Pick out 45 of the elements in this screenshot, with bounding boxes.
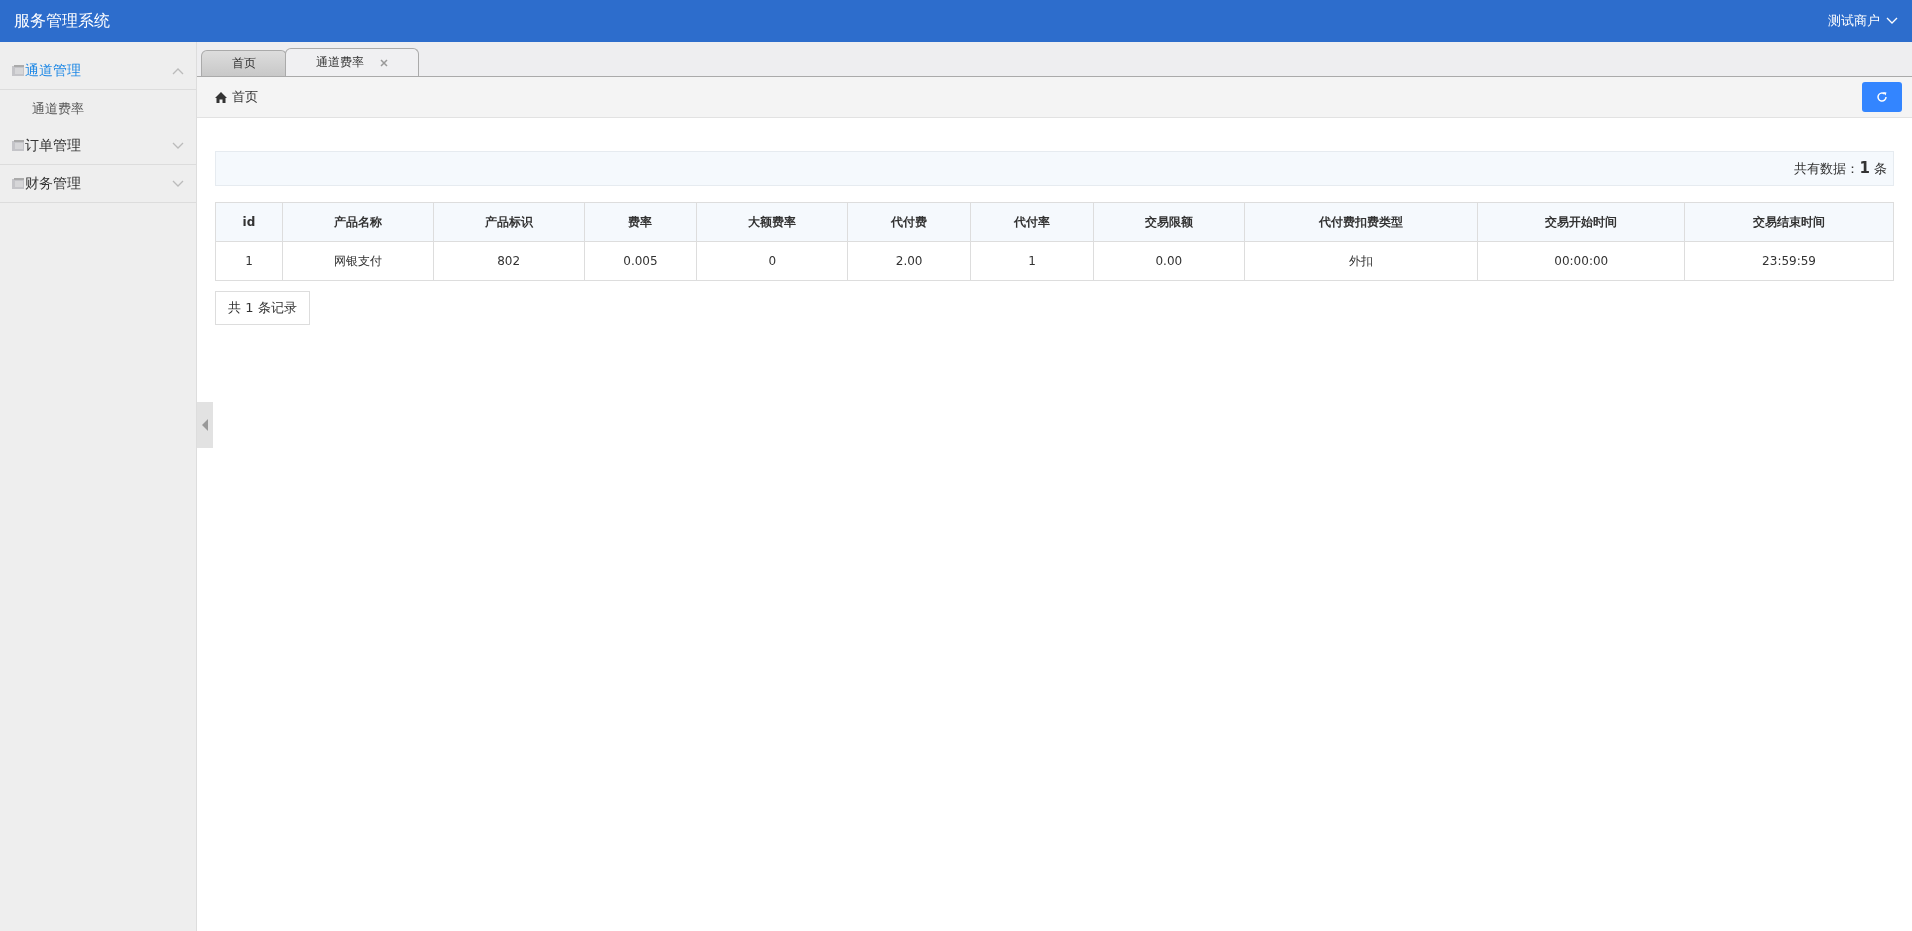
column-header: 产品名称: [282, 202, 434, 242]
column-header: 交易限额: [1093, 202, 1245, 242]
pagination-info: 共 1 条记录: [215, 291, 310, 325]
column-header: id: [215, 202, 283, 242]
folder-icon: [12, 65, 24, 76]
table-cell: 2.00: [847, 241, 971, 281]
column-header: 交易结束时间: [1684, 202, 1894, 242]
sidebar-collapse-handle[interactable]: [197, 402, 213, 448]
table-cell: 1: [215, 241, 283, 281]
column-header: 交易开始时间: [1477, 202, 1685, 242]
app-title: 服务管理系统: [14, 10, 110, 32]
chevron-down-icon: [172, 179, 184, 188]
tab[interactable]: 通道费率: [285, 48, 419, 76]
table-cell: 外扣: [1244, 241, 1478, 281]
user-menu[interactable]: 测试商户: [1828, 12, 1898, 30]
column-header: 代付费: [847, 202, 971, 242]
refresh-icon: [1876, 91, 1888, 103]
folder-icon: [12, 140, 24, 151]
table-cell: 23:59:59: [1684, 241, 1894, 281]
table-cell: 00:00:00: [1477, 241, 1685, 281]
chevron-down-icon: [1886, 17, 1898, 25]
caret-left-icon: [202, 419, 208, 431]
sidebar-submenu-item[interactable]: 通道费率: [0, 90, 196, 127]
record-summary: 共有数据：1 条: [1794, 159, 1887, 178]
refresh-button[interactable]: [1862, 82, 1902, 112]
table-cell: 1: [970, 241, 1094, 281]
column-header: 产品标识: [433, 202, 585, 242]
column-header: 代付率: [970, 202, 1094, 242]
table-cell: 802: [433, 241, 585, 281]
sidebar-menu-item[interactable]: 订单管理: [0, 127, 196, 165]
table-cell: 0.00: [1093, 241, 1245, 281]
close-icon[interactable]: [380, 58, 388, 67]
home-icon: [215, 91, 227, 103]
chevron-up-icon: [172, 66, 184, 75]
table-cell: 网银支付: [282, 241, 434, 281]
column-header: 代付费扣费类型: [1244, 202, 1478, 242]
breadcrumb-link[interactable]: 首页: [232, 88, 258, 106]
table-cell: 0: [696, 241, 848, 281]
sidebar-menu-item[interactable]: 财务管理: [0, 165, 196, 203]
column-header: 费率: [584, 202, 697, 242]
tab[interactable]: 首页: [201, 50, 287, 76]
table-cell: 0.005: [584, 241, 697, 281]
column-header: 大额费率: [696, 202, 848, 242]
folder-icon: [12, 178, 24, 189]
chevron-down-icon: [172, 141, 184, 150]
